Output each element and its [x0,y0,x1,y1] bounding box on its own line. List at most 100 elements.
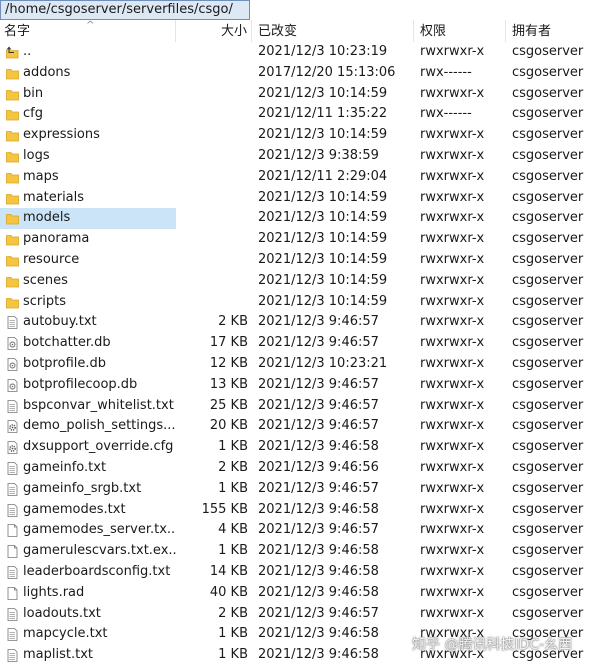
file-owner: csgoserver [512,64,584,80]
file-name-cell[interactable]: .. [0,42,176,63]
file-row[interactable]: scenes 2021/12/3 10:14:59 rwxrwxr-x csgoser… [0,271,600,292]
settings-file-icon [6,441,19,455]
file-size: 155 KB [201,501,248,517]
file-modified: 2021/12/3 9:46:58 [258,584,379,600]
file-name-cell[interactable]: cfg [0,104,176,125]
file-name-cell[interactable]: gameinfo.txt [0,458,176,479]
file-name-cell[interactable]: leaderboardsconfig.txt [0,562,176,583]
file-owner: csgoserver [512,293,584,309]
file-name: gameinfo_srgb.txt [23,480,142,496]
file-size [176,271,248,292]
file-name-cell[interactable]: dxsupport_override.cfg [0,437,176,458]
file-row[interactable]: lights.rad 40 KB 2021/12/3 9:46:58 rwxrwxr-… [0,583,600,604]
file-name: dxsupport_override.cfg [23,439,174,455]
file-size: 1 KB [218,480,248,496]
file-name-cell[interactable]: gamemodes_server.tx... [0,520,176,541]
file-name-cell[interactable]: bspconvar_whitelist.txt [0,396,176,417]
file-name-cell[interactable]: maplist.txt [0,645,176,666]
file-name-cell[interactable]: scenes [0,271,176,292]
file-name-cell[interactable]: botprofilecoop.db [0,375,176,396]
file-name-cell[interactable]: autobuy.txt [0,312,176,333]
file-row[interactable]: gamemodes_server.tx... 4 KB 2021/12/3 9:46… [0,520,600,541]
blank-file-icon [6,586,19,600]
file-row[interactable]: models 2021/12/3 10:14:59 rwxrwxr-x csgoser… [0,208,600,230]
file-name-cell[interactable]: lights.rad [0,583,176,604]
file-row[interactable]: botchatter.db 17 KB 2021/12/3 9:46:57 rwxrw… [0,333,600,354]
file-row[interactable]: dxsupport_override.cfg 1 KB 2021/12/3 9:46… [0,437,600,458]
file-row[interactable]: gameinfo.txt 2 KB 2021/12/3 9:46:56 rwxrwxr… [0,458,600,479]
file-permissions: rwxrwxr-x [420,85,485,101]
file-modified: 2021/12/3 10:14:59 [258,127,388,143]
file-row[interactable]: leaderboardsconfig.txt 14 KB 2021/12/3 9:4… [0,562,600,583]
file-row[interactable]: addons 2017/12/20 15:13:06 rwx------ csgose… [0,63,600,84]
file-name-cell[interactable]: bin [0,84,176,105]
file-name-cell[interactable]: panorama [0,229,176,250]
file-owner: csgoserver [512,231,584,247]
file-name-cell[interactable]: gamerulescvars.txt.ex... [0,541,176,562]
file-permissions: rwxrwxr-x [420,397,485,413]
file-modified: 2021/12/3 9:46:58 [258,439,379,455]
file-name-cell[interactable]: logs [0,146,176,167]
file-row[interactable]: resource 2021/12/3 10:14:59 rwxrwxr-x csgos… [0,250,600,271]
path-bar[interactable]: /home/csgoserver/serverfiles/csgo/ [0,0,250,20]
file-row[interactable]: bspconvar_whitelist.txt 25 KB 2021/12/3 9:… [0,396,600,417]
column-header-size[interactable]: 大小 [176,20,252,42]
file-row[interactable]: demo_polish_settings... 20 KB 2021/12/3 9:… [0,416,600,437]
column-header-modified[interactable]: 已改变 [252,20,414,42]
file-row[interactable]: panorama 2021/12/3 10:14:59 rwxrwxr-x csgos… [0,229,600,250]
db-file-icon [6,337,19,351]
file-name-cell[interactable]: botprofile.db [0,354,176,375]
file-name-cell[interactable]: models [0,208,176,230]
file-row[interactable]: bin 2021/12/3 10:14:59 rwxrwxr-x csgoserver [0,84,600,105]
file-name: maps [23,168,59,184]
file-size: 20 KB [209,418,248,434]
file-name-cell[interactable]: gamemodes.txt [0,500,176,521]
file-name-cell[interactable]: gameinfo_srgb.txt [0,479,176,500]
file-name-cell[interactable]: mapcycle.txt [0,624,176,645]
file-size [176,188,248,209]
file-name-cell[interactable]: scripts [0,292,176,313]
file-name: addons [23,64,71,80]
file-name-cell[interactable]: addons [0,63,176,84]
column-header-permissions[interactable]: 权限 [414,20,506,42]
file-permissions: rwxrwxr-x [420,127,485,143]
file-row[interactable]: cfg 2021/12/11 1:35:22 rwx------ csgoserver [0,104,600,125]
file-name: logs [23,147,50,163]
file-name-cell[interactable]: resource [0,250,176,271]
file-owner: csgoserver [512,147,584,163]
file-owner: csgoserver [512,127,584,143]
column-header: 名字 ^ 大小 已改变 权限 拥有者 [0,20,600,42]
file-row[interactable]: gamemodes.txt 155 KB 2021/12/3 9:46:58 rwxr… [0,500,600,521]
file-row[interactable]: logs 2021/12/3 9:38:59 rwxrwxr-x csgoserver [0,146,600,167]
text-file-icon [6,462,19,475]
column-header-owner[interactable]: 拥有者 [506,20,600,42]
file-name-cell[interactable]: expressions [0,125,176,146]
file-row[interactable]: botprofilecoop.db 13 KB 2021/12/3 9:46:57 r… [0,375,600,396]
file-name: gameinfo.txt [23,459,107,475]
file-row[interactable]: .. 2021/12/3 10:23:19 rwxrwxr-x csgoserver [0,42,600,63]
file-row[interactable]: materials 2021/12/3 10:14:59 rwxrwxr-x csgo… [0,188,600,209]
file-row[interactable]: gameinfo_srgb.txt 1 KB 2021/12/3 9:46:57 rw… [0,479,600,500]
file-name-cell[interactable]: botchatter.db [0,333,176,354]
column-header-name[interactable]: 名字 ^ [0,20,176,42]
file-permissions: rwxrwxr-x [420,210,485,226]
file-modified: 2021/12/3 9:46:57 [258,376,379,392]
folder-icon [6,275,19,288]
file-row[interactable]: loadouts.txt 2 KB 2021/12/3 9:46:57 rwxrwxr… [0,604,600,625]
file-row[interactable]: autobuy.txt 2 KB 2021/12/3 9:46:57 rwxrwxr-… [0,312,600,333]
file-owner: csgoserver [512,605,584,621]
file-name-cell[interactable]: materials [0,188,176,209]
file-size [176,208,248,229]
file-row[interactable]: maps 2021/12/11 2:29:04 rwxrwxr-x csgoserve… [0,167,600,188]
file-modified: 2021/12/3 9:46:58 [258,626,379,642]
file-row[interactable]: scripts 2021/12/3 10:14:59 rwxrwxr-x csgose… [0,292,600,313]
file-row[interactable]: botprofile.db 12 KB 2021/12/3 10:23:21 rwxr… [0,354,600,375]
file-name-cell[interactable]: maps [0,167,176,188]
file-row[interactable]: gamerulescvars.txt.ex... 1 KB 2021/12/3 9:… [0,541,600,562]
file-row[interactable]: expressions 2021/12/3 10:14:59 rwxrwxr-x cs… [0,125,600,146]
file-name-cell[interactable]: demo_polish_settings... [0,416,176,437]
file-owner: csgoserver [512,106,584,122]
file-name-cell[interactable]: loadouts.txt [0,604,176,625]
file-permissions: rwx------ [420,64,472,80]
file-name: botprofilecoop.db [23,376,138,392]
